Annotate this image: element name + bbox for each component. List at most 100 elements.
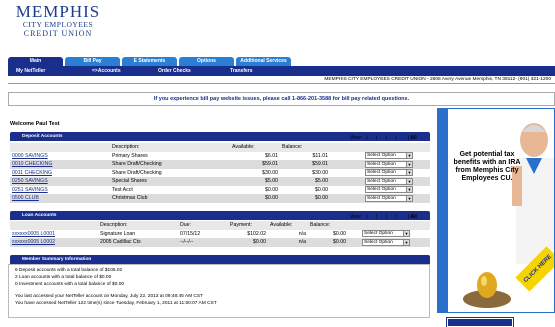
tab-e-statements[interactable]: E Statements [122, 57, 177, 66]
ira-advertisement[interactable]: Get potential tax benefits with an IRA f… [437, 108, 555, 313]
view-sep: | [375, 135, 378, 141]
subnav-my-netteller[interactable]: My NetTeller [16, 68, 45, 74]
balance-amount: $0.00 [280, 185, 330, 194]
select-option-value: Select Option [367, 153, 396, 159]
select-option-dropdown[interactable]: Select Option ▼ [365, 186, 413, 194]
chevron-down-icon: ▼ [406, 195, 412, 201]
loan-account-link[interactable]: xxxxxx0005 L0001 [12, 231, 55, 237]
select-option-dropdown[interactable]: Select Option ▼ [365, 160, 413, 168]
table-row: 0010 CHECKING Share Draft/Checking $59.0… [10, 160, 430, 169]
select-option-dropdown[interactable]: Select Option ▼ [362, 230, 410, 238]
welcome-message: Welcome Paul Test [10, 121, 60, 127]
chevron-down-icon: ▼ [406, 187, 412, 193]
member-summary-panel: 6 Deposit accounts with a total balance … [8, 264, 430, 318]
col-account [10, 221, 98, 230]
table-row: 0011 CHECKING Share Draft/Checking $30.0… [10, 168, 430, 177]
select-option-dropdown[interactable]: Select Option ▼ [365, 177, 413, 185]
account-link[interactable]: 0250 SAVINGS [12, 178, 48, 184]
account-description: Special Shares [110, 177, 230, 186]
account-link[interactable]: 0500 CLUB [12, 195, 39, 201]
tab-additional-services[interactable]: Additional Services [236, 57, 291, 66]
logo-line-1: MEMPHIS [15, 2, 101, 21]
loan-account-link[interactable]: xxxxxx0005 L0002 [12, 239, 55, 245]
available-amount: $5.00 [230, 177, 280, 186]
tab-main[interactable]: Main [8, 57, 63, 66]
table-header-row: Description: Available: Balance: [10, 143, 430, 152]
view-20-link[interactable]: 20 [379, 135, 385, 141]
loan-due-date: --/--/-- [178, 238, 228, 247]
available-amount: $0.00 [230, 185, 280, 194]
view-10-link[interactable]: 10 [369, 135, 375, 141]
account-link[interactable]: 0000 SAVINGS [12, 153, 48, 159]
subnav-order-checks[interactable]: Order Checks [158, 68, 191, 74]
address-bar: MEMPHIS CITY EMPLOYEES CREDIT UNION - 26… [8, 76, 555, 84]
available-amount: $30.00 [230, 168, 280, 177]
subnav-transfers[interactable]: Transfers [230, 68, 253, 74]
view-5-link[interactable]: 5 [362, 214, 365, 220]
view-sep: | [385, 135, 387, 141]
account-link[interactable]: 0010 CHECKING [12, 161, 52, 167]
account-description: Christmas Club [110, 194, 230, 203]
view-50-link[interactable]: 50 [388, 135, 394, 141]
subnav-accounts[interactable]: =>Accounts [92, 68, 121, 74]
view-label: View [350, 135, 361, 141]
account-description: Share Draft/Checking [110, 160, 230, 169]
table-row: 0500 CLUB Christmas Club $0.00 $0.00 Sel… [10, 194, 430, 203]
view-5-link[interactable]: 5 [362, 135, 365, 141]
view-10-link[interactable]: 10 [369, 214, 375, 220]
select-option-value: Select Option [367, 178, 396, 184]
footer-badge [446, 317, 514, 327]
col-balance: Balance: [280, 143, 330, 152]
view-sep: | [375, 214, 378, 220]
account-link[interactable]: 0251 SAVINGS [12, 187, 48, 193]
select-option-dropdown[interactable]: Select Option ▼ [365, 169, 413, 177]
golden-egg-nest-image [463, 272, 511, 308]
loan-accounts-title: Loan Accounts [22, 213, 57, 218]
table-row: 0250 SAVINGS Special Shares $5.00 $5.00 … [10, 177, 430, 186]
select-option-dropdown[interactable]: Select Option ▼ [362, 238, 410, 246]
view-100-link[interactable]: 100 [398, 214, 406, 220]
col-description: Description: [98, 221, 178, 230]
member-summary-header: Member Summary Information [10, 255, 430, 264]
view-20-link[interactable]: 20 [379, 214, 385, 220]
credit-union-logo[interactable]: MEMPHIS CITY EMPLOYEES CREDIT UNION [8, 2, 108, 54]
loan-description: 2005 Cadillac Cts [98, 238, 178, 247]
account-description: Test Acct [110, 185, 230, 194]
balance-amount: $30.00 [280, 168, 330, 177]
view-sep: | [366, 135, 368, 141]
ad-side-bar [438, 109, 448, 312]
account-link[interactable]: 0011 CHECKING [12, 170, 52, 176]
table-header-row: Description: Due: Payment: Available: Ba… [10, 221, 430, 230]
balance-amount: $11.01 [280, 151, 330, 160]
balance-amount: $59.01 [280, 160, 330, 169]
loan-view-links: View 5 | 10 | 20 | 50 | 100 | All [350, 214, 417, 220]
view-all-link[interactable]: All [410, 135, 416, 141]
summary-line: 0 Investment accounts with a total balan… [15, 282, 125, 287]
summary-line: You have accessed NetTeller 122 time(s) … [15, 301, 217, 306]
deposit-accounts-title: Deposit Accounts [22, 134, 63, 139]
select-option-dropdown[interactable]: Select Option ▼ [365, 152, 413, 160]
smiling-man-image [512, 123, 554, 264]
deposit-accounts-table: Description: Available: Balance: 0000 SA… [10, 143, 430, 203]
view-sep: | [366, 214, 368, 220]
tab-options[interactable]: Options [179, 57, 234, 66]
select-option-dropdown[interactable]: Select Option ▼ [365, 194, 413, 202]
view-sep: | [407, 135, 410, 141]
view-all-link[interactable]: All [410, 214, 416, 220]
logo-line-2: CITY EMPLOYEES [22, 20, 94, 29]
view-50-link[interactable]: 50 [388, 214, 394, 220]
view-100-link[interactable]: 100 [398, 135, 406, 141]
deposit-view-links: View 5 | 10 | 20 | 50 | 100 | All [350, 135, 417, 141]
view-sep: | [395, 135, 397, 141]
tab-bill-pay[interactable]: Bill Pay [65, 57, 120, 66]
loan-available: n/a [268, 229, 308, 238]
col-action [330, 143, 430, 152]
member-summary-title: Member Summary Information [22, 257, 92, 262]
ad-text: Get potential tax benefits with an IRA f… [453, 151, 521, 182]
loan-payment: $0.00 [228, 238, 268, 247]
loan-due-date: 07/15/12 [178, 229, 228, 238]
bill-pay-notice: If you experience bill pay website issue… [8, 92, 555, 106]
view-sep: | [395, 214, 397, 220]
col-action [348, 221, 430, 230]
col-available: Available: [230, 143, 280, 152]
